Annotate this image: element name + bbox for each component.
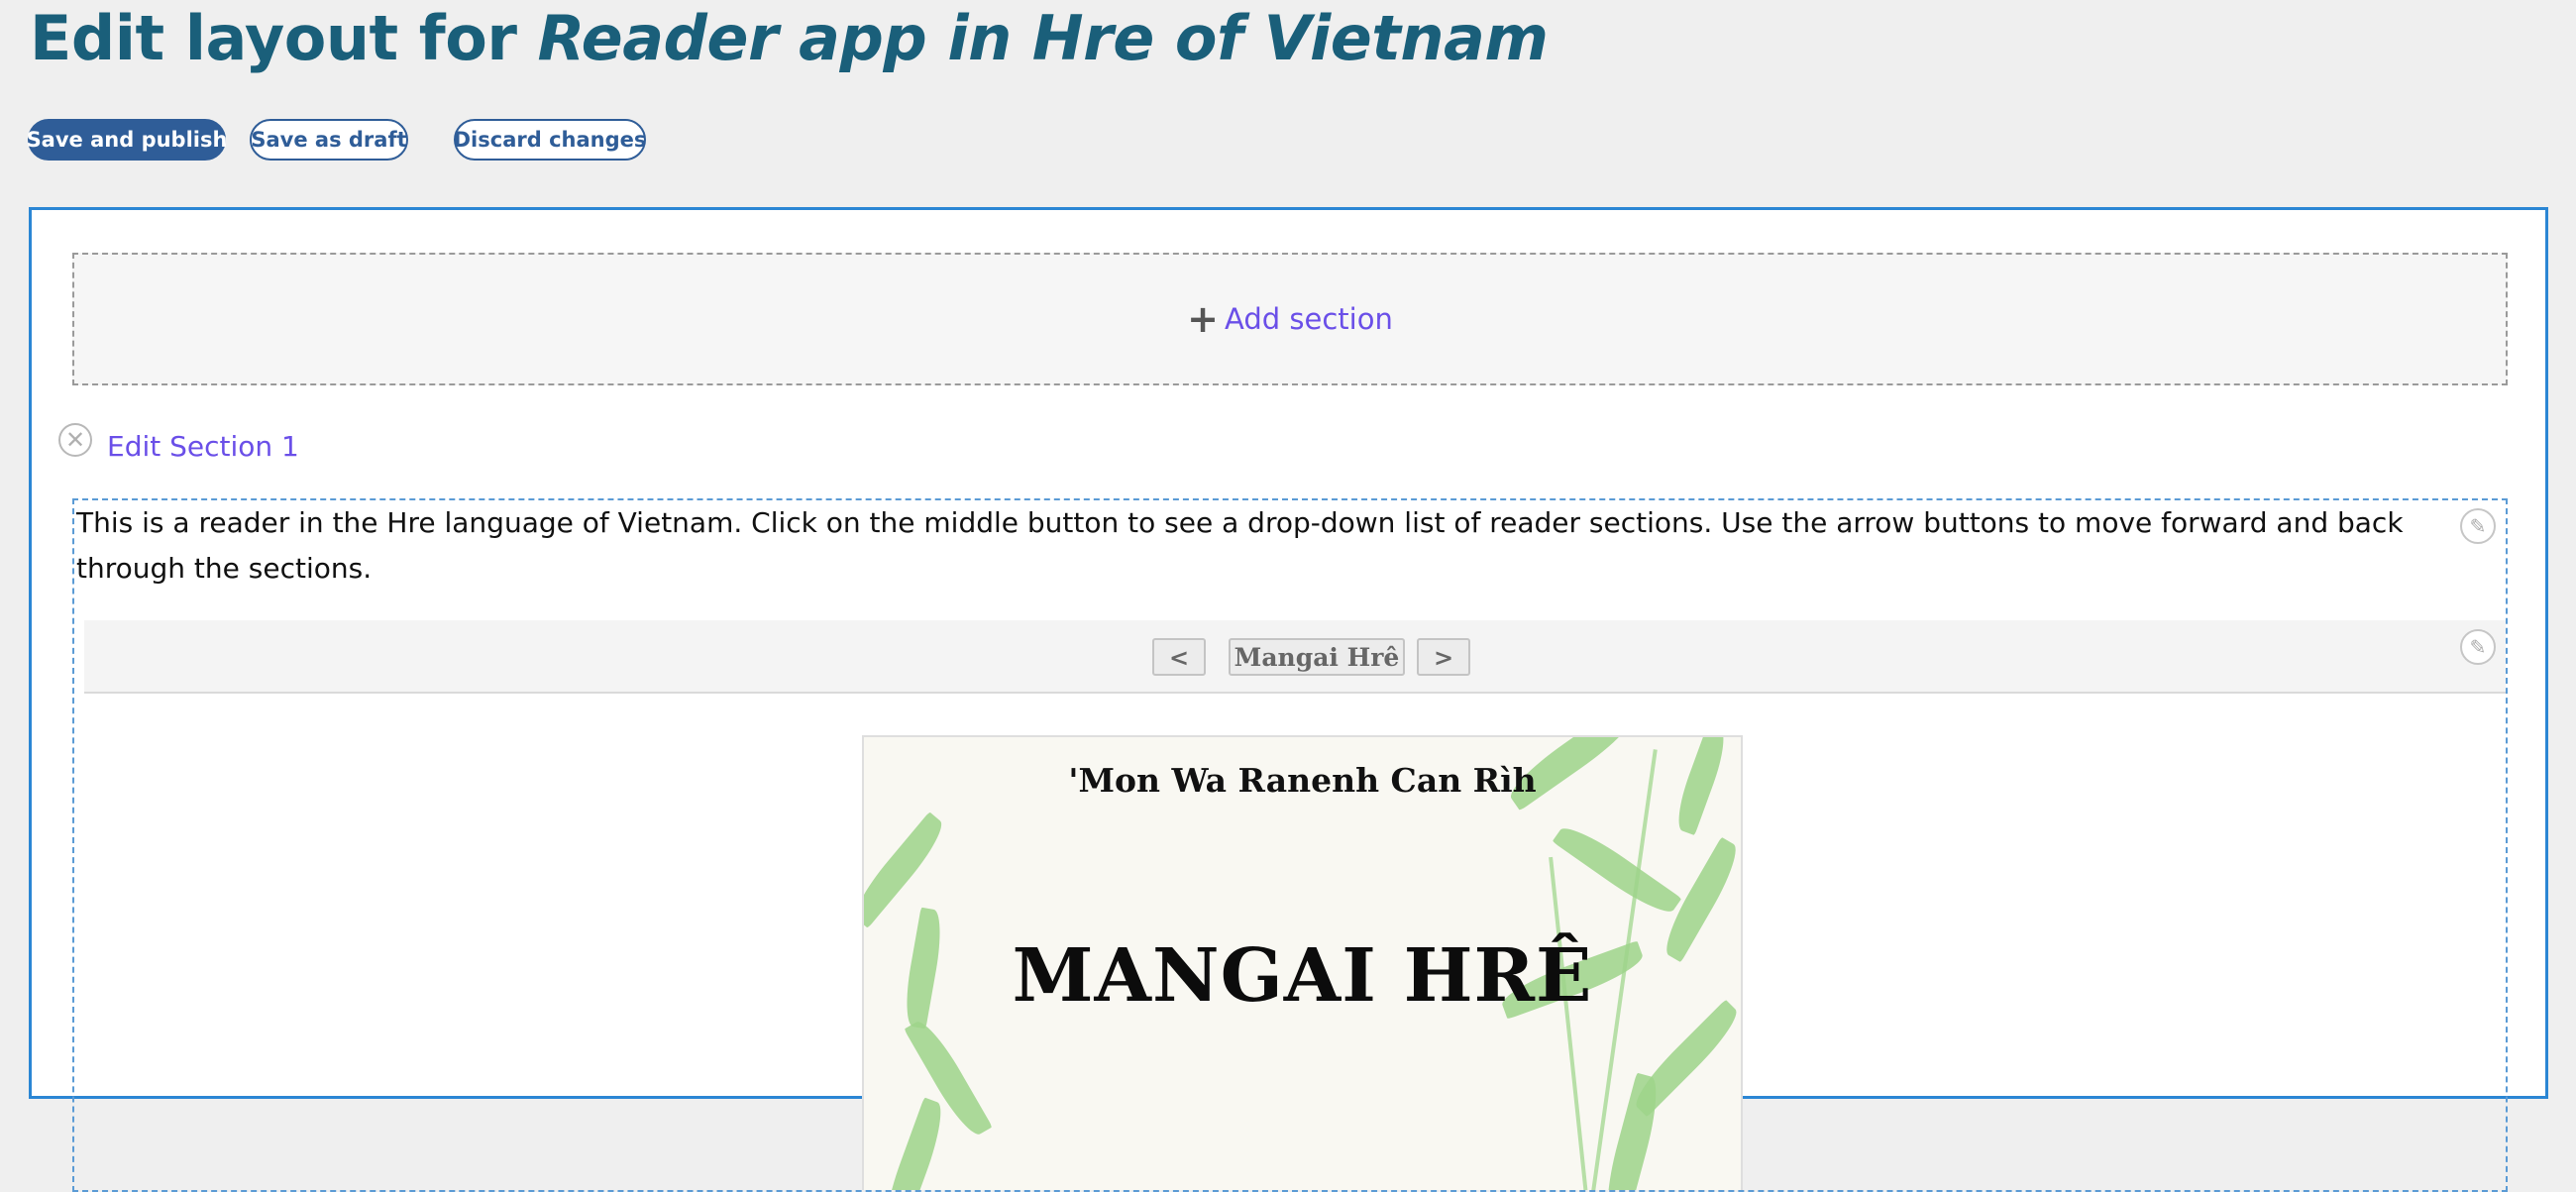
- pencil-icon[interactable]: ✎: [2460, 508, 2496, 544]
- title-prefix: Edit layout for: [30, 2, 517, 74]
- save-as-draft-button[interactable]: Save as draft: [250, 119, 408, 161]
- discard-changes-button[interactable]: Discard changes: [454, 119, 646, 161]
- intro-text: This is a reader in the Hre language of …: [76, 506, 2404, 585]
- plus-icon: +: [1187, 297, 1220, 341]
- cover-title: MANGAI HRÊ: [1012, 933, 1593, 1019]
- bamboo-stem: [1549, 856, 1594, 1190]
- section-dropdown-button[interactable]: Mangai Hrê: [1229, 638, 1405, 676]
- section-content: This is a reader in the Hre language of …: [72, 498, 2508, 1192]
- book-cover-image: 'Mon Wa Ranenh Can Rìh MANGAI HRÊ: [862, 735, 1743, 1190]
- next-section-button[interactable]: >: [1417, 638, 1470, 676]
- edit-section-link[interactable]: Edit Section 1: [107, 430, 299, 463]
- layout-editor: + Add section ✕ Edit Section 1 This is a…: [29, 207, 2548, 1192]
- title-app-name: Reader app in Hre of Vietnam: [537, 2, 1549, 74]
- bamboo-leaf: [864, 812, 951, 928]
- cover-subtitle: 'Mon Wa Ranenh Can Rìh: [1068, 761, 1537, 800]
- save-and-publish-button[interactable]: Save and publish: [27, 119, 227, 161]
- close-icon[interactable]: ✕: [58, 423, 92, 457]
- prev-section-button[interactable]: <: [1152, 638, 1206, 676]
- pencil-icon[interactable]: ✎: [2460, 629, 2496, 665]
- add-section-label: Add section: [1225, 302, 1393, 336]
- reader-nav-bar: < Mangai Hrê >: [84, 620, 2506, 694]
- add-section-button[interactable]: + Add section: [72, 253, 2508, 385]
- bamboo-leaf: [876, 1097, 951, 1190]
- page-title: Edit layout for Reader app in Hre of Vie…: [30, 2, 1549, 74]
- bamboo-leaf: [1552, 818, 1682, 921]
